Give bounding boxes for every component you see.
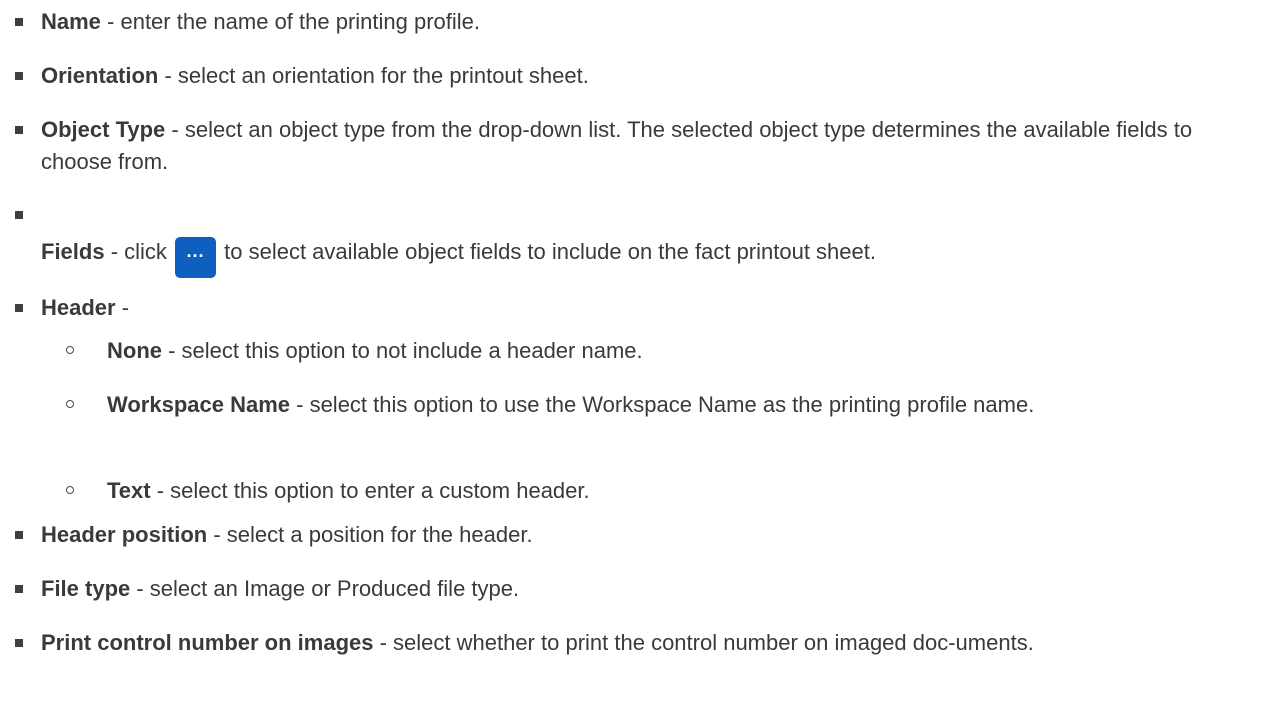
sub-item-none: None - select this option to not include… <box>66 335 1246 367</box>
circle-bullet-icon <box>66 486 74 494</box>
desc-fields-before: - click <box>104 239 174 264</box>
desc-file-type: - select an Image or Produced file type. <box>130 576 520 601</box>
square-bullet-icon <box>15 304 23 312</box>
desc-workspace-name: - select this option to use the Workspac… <box>290 392 1035 417</box>
term-name: Name <box>41 9 101 34</box>
term-orientation: Orientation <box>41 63 159 88</box>
square-bullet-icon <box>15 585 23 593</box>
desc-fields-after: to select available object fields to inc… <box>218 239 876 264</box>
list-item-header-position: Header position - select a position for … <box>15 519 1265 551</box>
ellipsis-icon[interactable]: ... <box>175 237 217 278</box>
term-none: None <box>107 338 162 363</box>
square-bullet-icon <box>15 639 23 647</box>
list-item-print-control-number: Print control number on images - select … <box>15 627 1265 659</box>
term-workspace-name: Workspace Name <box>107 392 291 417</box>
desc-name: - enter the name of the printing profile… <box>100 9 481 34</box>
list-item-fields: Fields - click ... to select available o… <box>15 200 1265 278</box>
list-item-text: Fields - click ... to select available o… <box>41 236 876 280</box>
list-item-text: Orientation - select an orientation for … <box>41 60 1265 92</box>
list-item-orientation: Orientation - select an orientation for … <box>15 60 1265 92</box>
list-item-file-type: File type - select an Image or Produced … <box>15 573 1265 605</box>
ellipsis-button-label: ... <box>186 241 205 261</box>
desc-none: - select this option to not include a he… <box>162 338 643 363</box>
list-item-name: Name - enter the name of the printing pr… <box>15 6 1265 38</box>
desc-text: - select this option to enter a custom h… <box>150 478 590 503</box>
square-bullet-icon <box>15 531 23 539</box>
list-item-text: Name - enter the name of the printing pr… <box>41 6 1265 38</box>
document-page: Name - enter the name of the printing pr… <box>0 0 1278 717</box>
term-text: Text <box>107 478 151 503</box>
square-bullet-icon <box>15 18 23 26</box>
list-item-text: Print control number on images - select … <box>41 627 1265 659</box>
list-item-text: File type - select an Image or Produced … <box>41 573 1265 605</box>
square-bullet-icon <box>15 211 23 219</box>
term-print-control-number: Print control number on images <box>41 630 374 655</box>
sub-item-workspace-name: Workspace Name - select this option to u… <box>66 389 1246 421</box>
term-header: Header <box>41 295 116 320</box>
list-item-text: Header position - select a position for … <box>41 519 1265 551</box>
sub-item-text: Text - select this option to enter a cus… <box>66 475 1246 507</box>
list-item-text: Object Type - select an object type from… <box>41 114 1265 178</box>
square-bullet-icon <box>15 72 23 80</box>
term-fields: Fields <box>41 239 105 264</box>
desc-print-control-number: - select whether to print the control nu… <box>373 630 1034 655</box>
sub-item-text: Workspace Name - select this option to u… <box>107 389 1246 421</box>
sub-item-text: Text - select this option to enter a cus… <box>107 475 1246 507</box>
circle-bullet-icon <box>66 400 74 408</box>
list-item-text: Header - <box>41 292 1265 324</box>
desc-orientation: - select an orientation for the printout… <box>158 63 589 88</box>
term-object-type: Object Type <box>41 117 166 142</box>
circle-bullet-icon <box>66 346 74 354</box>
term-file-type: File type <box>41 576 131 601</box>
square-bullet-icon <box>15 126 23 134</box>
desc-header-position: - select a position for the header. <box>207 522 533 547</box>
desc-object-type: - select an object type from the drop-do… <box>41 117 1193 174</box>
list-item-header: Header - <box>15 292 1265 324</box>
list-item-object-type: Object Type - select an object type from… <box>15 114 1265 178</box>
desc-header: - <box>115 295 130 320</box>
sub-item-text: None - select this option to not include… <box>107 335 1246 367</box>
term-header-position: Header position <box>41 522 208 547</box>
